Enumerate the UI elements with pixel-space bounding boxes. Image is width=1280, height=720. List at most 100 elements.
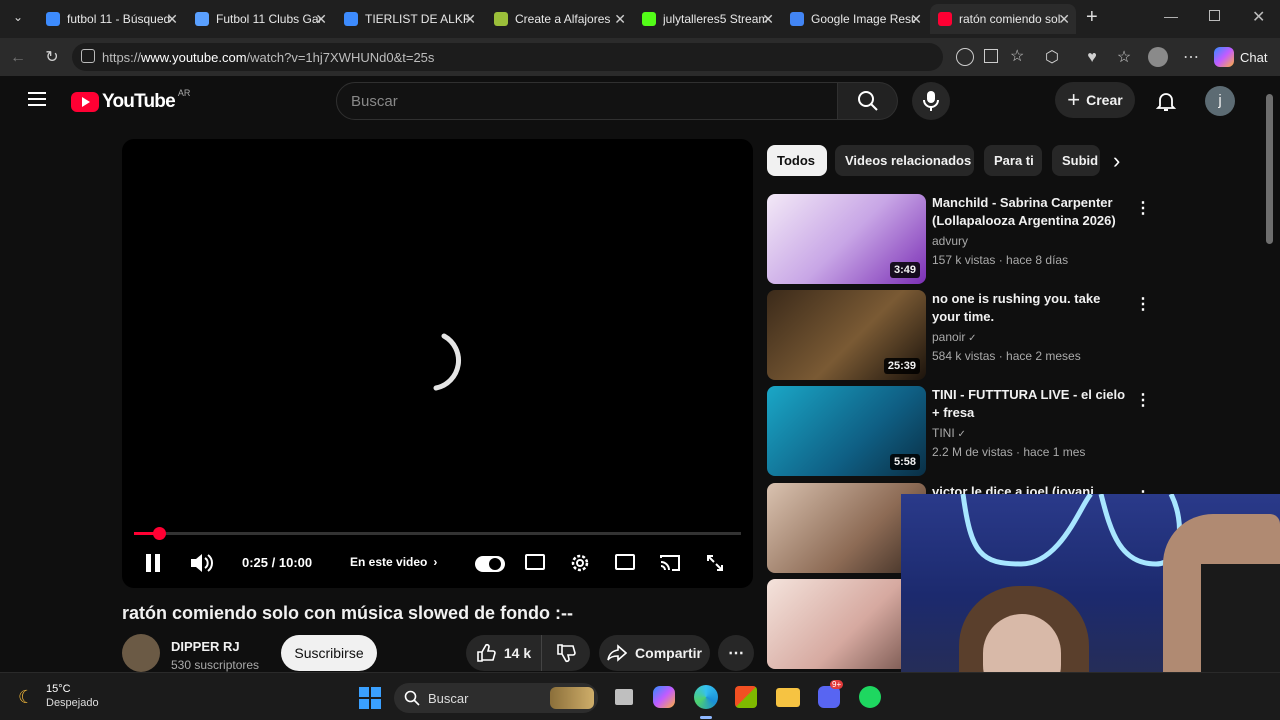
subscribe-button[interactable]: Suscribirse xyxy=(281,635,377,671)
search-icon xyxy=(404,690,420,706)
share-button[interactable]: Compartir xyxy=(599,635,710,671)
tab-actions-chevron-icon[interactable]: ⌄ xyxy=(8,10,28,28)
more-options-icon[interactable]: ⋮ xyxy=(1135,294,1151,314)
recommendation-item[interactable]: 5:58 TINI - FUTTTURA LIVE - el cielo + fr… xyxy=(767,386,1151,476)
browser-tab[interactable]: Futbol 11 Clubs Game✕ xyxy=(187,4,333,34)
new-tab-button[interactable]: + xyxy=(1086,6,1108,30)
search-highlight-icon xyxy=(550,687,594,709)
browser-tab[interactable]: ratón comiendo sol ✕ xyxy=(930,4,1076,34)
tab-title: Futbol 11 Clubs Game xyxy=(216,12,320,26)
browser-tab[interactable]: julytalleres5 Stream ✕ xyxy=(634,4,780,34)
subtitles-icon[interactable] xyxy=(525,554,545,570)
recommendation-meta: 2.2 M de vistas · hace 1 mes xyxy=(932,445,1086,459)
recommendation-channel[interactable]: advury xyxy=(932,234,968,248)
youtube-wordmark: YouTube xyxy=(102,91,176,112)
browser-tab[interactable]: TIERLIST DE ALKFA ✕ xyxy=(336,4,482,34)
thumbs-down-icon[interactable] xyxy=(556,643,576,663)
chips-next-chevron-icon[interactable]: › xyxy=(1113,148,1120,174)
channel-name[interactable]: DIPPER RJ xyxy=(171,639,240,654)
youtube-logo[interactable]: YouTube AR xyxy=(71,88,190,113)
recommendation-item[interactable]: 25:39 no one is rushing you. take your ti… xyxy=(767,290,1151,380)
recommendation-channel[interactable]: panoir ✓ xyxy=(932,330,977,344)
settings-gear-icon[interactable] xyxy=(569,552,591,574)
filter-chip[interactable]: Todos xyxy=(767,145,827,176)
favorites-icon[interactable]: ☆ xyxy=(1114,48,1134,68)
site-info-icon[interactable] xyxy=(81,49,95,63)
copilot-chat-button[interactable]: Chat xyxy=(1214,47,1267,67)
performance-icon[interactable]: ♥ xyxy=(1082,48,1102,68)
close-window-button[interactable]: ✕ xyxy=(1252,7,1265,27)
reload-icon[interactable]: ↻ xyxy=(42,48,62,68)
back-icon[interactable]: ← xyxy=(8,48,28,68)
close-tab-icon[interactable]: ✕ xyxy=(614,11,626,28)
like-button[interactable]: 14 k xyxy=(466,635,542,671)
channel-avatar[interactable] xyxy=(122,634,160,672)
fullscreen-icon[interactable] xyxy=(705,553,725,573)
more-actions-button[interactable]: ⋯ xyxy=(718,635,754,671)
video-thumbnail[interactable]: 25:39 xyxy=(767,290,926,380)
autoplay-toggle[interactable] xyxy=(475,556,505,572)
search-input[interactable]: Buscar xyxy=(336,82,838,120)
profile-avatar[interactable] xyxy=(1148,47,1168,67)
youtube-icon xyxy=(938,12,952,26)
edge-app-icon[interactable] xyxy=(694,685,718,709)
taskbar-search[interactable]: Buscar xyxy=(394,683,598,713)
guide-menu-icon[interactable] xyxy=(28,92,46,106)
more-options-icon[interactable]: ⋮ xyxy=(1135,390,1151,410)
start-button[interactable] xyxy=(359,687,381,709)
create-button[interactable]: + Crear xyxy=(1055,82,1135,118)
in-video-button[interactable]: En este video › xyxy=(350,555,437,569)
page-scrollbar[interactable] xyxy=(1266,94,1273,244)
filter-chip[interactable]: Subid xyxy=(1052,145,1100,176)
address-bar[interactable]: https://www.youtube.com/watch?v=1hj7XWHU… xyxy=(72,43,1024,71)
notifications-bell-icon[interactable] xyxy=(1155,90,1177,112)
volume-icon[interactable] xyxy=(189,552,215,574)
browser-tab[interactable]: Create a Alfajores ✕ xyxy=(486,4,632,34)
plus-icon: + xyxy=(1067,87,1081,112)
store-app-icon[interactable] xyxy=(735,686,757,708)
cast-icon[interactable] xyxy=(659,554,681,572)
task-view-icon[interactable] xyxy=(615,689,633,705)
account-avatar[interactable]: j xyxy=(1205,86,1235,116)
close-tab-icon[interactable]: ✕ xyxy=(464,11,476,28)
spotify-app-icon[interactable] xyxy=(859,686,881,708)
extensions-icon[interactable]: ⬡ xyxy=(1042,48,1062,68)
close-tab-icon[interactable]: ✕ xyxy=(1058,11,1070,28)
close-tab-icon[interactable]: ✕ xyxy=(166,11,178,28)
like-count: 14 k xyxy=(503,645,532,661)
search-button[interactable] xyxy=(838,82,898,120)
verified-check-icon: ✓ xyxy=(954,429,966,440)
voice-search-button[interactable] xyxy=(912,82,950,120)
discord-app-icon[interactable]: 9+ xyxy=(818,680,844,708)
close-tab-icon[interactable]: ✕ xyxy=(315,11,327,28)
maximize-button[interactable] xyxy=(1209,10,1220,21)
recommendation-channel[interactable]: TINI ✓ xyxy=(932,426,966,440)
browser-tab[interactable]: futbol 11 - Búsqueda ✕ xyxy=(38,4,184,34)
progress-scrubber[interactable] xyxy=(153,527,167,540)
close-tab-icon[interactable]: ✕ xyxy=(762,11,774,28)
video-thumbnail[interactable]: 5:58 xyxy=(767,386,926,476)
recommendation-title[interactable]: TINI - FUTTTURA LIVE - el cielo + fresa xyxy=(932,386,1132,422)
copilot-app-icon[interactable] xyxy=(653,686,675,708)
miniplayer-icon[interactable] xyxy=(615,554,635,570)
browser-tab[interactable]: Google Image Results✕ xyxy=(782,4,928,34)
file-explorer-icon[interactable] xyxy=(776,688,800,707)
progress-track[interactable] xyxy=(134,527,741,540)
video-player[interactable]: 0:25 / 10:00 En este video › xyxy=(122,139,753,588)
search-icon xyxy=(46,12,60,26)
more-options-icon[interactable]: ⋮ xyxy=(1135,198,1151,218)
recommendation-title[interactable]: no one is rushing you. take your time. xyxy=(932,290,1132,326)
pause-button[interactable] xyxy=(146,554,160,572)
minimize-button[interactable]: — xyxy=(1164,8,1178,24)
favorite-star-icon[interactable]: ☆ xyxy=(1010,46,1024,66)
close-tab-icon[interactable]: ✕ xyxy=(910,11,922,28)
translate-icon[interactable] xyxy=(956,48,974,66)
more-menu-icon[interactable]: ⋯ xyxy=(1181,48,1201,68)
filter-chip[interactable]: Videos relacionados xyxy=(835,145,974,176)
tab-title: ratón comiendo sol xyxy=(959,12,1061,26)
filter-chip[interactable]: Para ti xyxy=(984,145,1042,176)
apps-icon[interactable] xyxy=(984,49,998,63)
recommendation-title[interactable]: Manchild - Sabrina Carpenter (Lollapaloo… xyxy=(932,194,1132,230)
video-thumbnail[interactable]: 3:49 xyxy=(767,194,926,284)
recommendation-item[interactable]: 3:49 Manchild - Sabrina Carpenter (Lollap… xyxy=(767,194,1151,284)
